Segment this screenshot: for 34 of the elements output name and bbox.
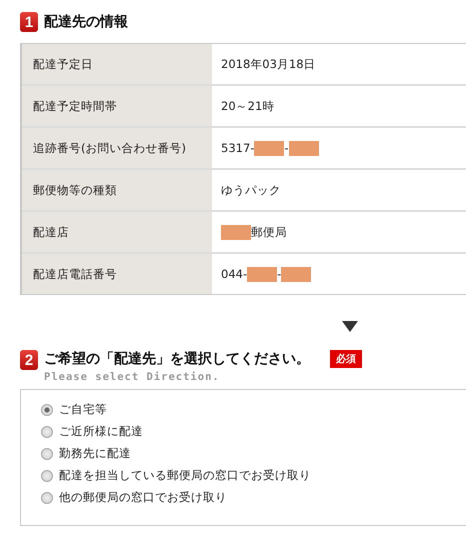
table-value-cell-text: ゆうパック xyxy=(220,182,282,198)
section-title: ご希望の「配達先」を選択してください。 xyxy=(44,350,310,368)
table-value-cell: 郵便局 xyxy=(212,212,466,252)
table-value-cell-text: 2018年03月18日 xyxy=(220,56,317,72)
redaction-block xyxy=(247,266,278,282)
required-badge: 必須 xyxy=(330,350,362,368)
table-label-cell: 配達店電話番号 xyxy=(22,254,212,294)
table-value-cell-text: 20～21時 xyxy=(220,98,276,114)
radio-option[interactable]: ご自宅等 xyxy=(41,402,466,417)
redaction-block xyxy=(281,266,312,282)
redaction-block xyxy=(221,224,251,240)
section-subtitle: Please select Direction. xyxy=(44,371,221,383)
redaction-block xyxy=(288,140,319,156)
table-label-cell: 配達店 xyxy=(22,212,212,252)
radio-option[interactable]: ご近所様に配達 xyxy=(41,424,466,439)
radio-button[interactable] xyxy=(41,492,53,504)
table-value-cell: 044- - xyxy=(212,254,466,294)
table-label-cell: 配達予定日 xyxy=(22,44,212,84)
table-label-cell: 配達予定時間帯 xyxy=(22,86,212,126)
down-arrow-icon xyxy=(342,321,358,332)
radio-button[interactable] xyxy=(41,426,53,438)
redaction-block xyxy=(254,140,284,156)
radio-option[interactable]: 配達を担当している郵便局の窓口でお受け取り xyxy=(41,468,466,483)
radio-button[interactable] xyxy=(41,470,53,482)
radio-option[interactable]: 勤務先に配達 xyxy=(41,446,466,461)
radio-button[interactable] xyxy=(41,448,53,460)
radio-button[interactable] xyxy=(41,404,53,416)
section-title: 配達先の情報 xyxy=(44,13,128,31)
radio-option[interactable]: 他の郵便局の窓口でお受け取り xyxy=(41,490,466,505)
table-value-cell: 5317- - xyxy=(212,128,466,168)
step-number-badge: 2 xyxy=(20,350,38,370)
step-number-badge: 1 xyxy=(20,12,38,32)
table-label-cell: 郵便物等の種類 xyxy=(22,170,212,210)
table-label-cell: 追跡番号(お問い合わせ番号) xyxy=(22,128,212,168)
